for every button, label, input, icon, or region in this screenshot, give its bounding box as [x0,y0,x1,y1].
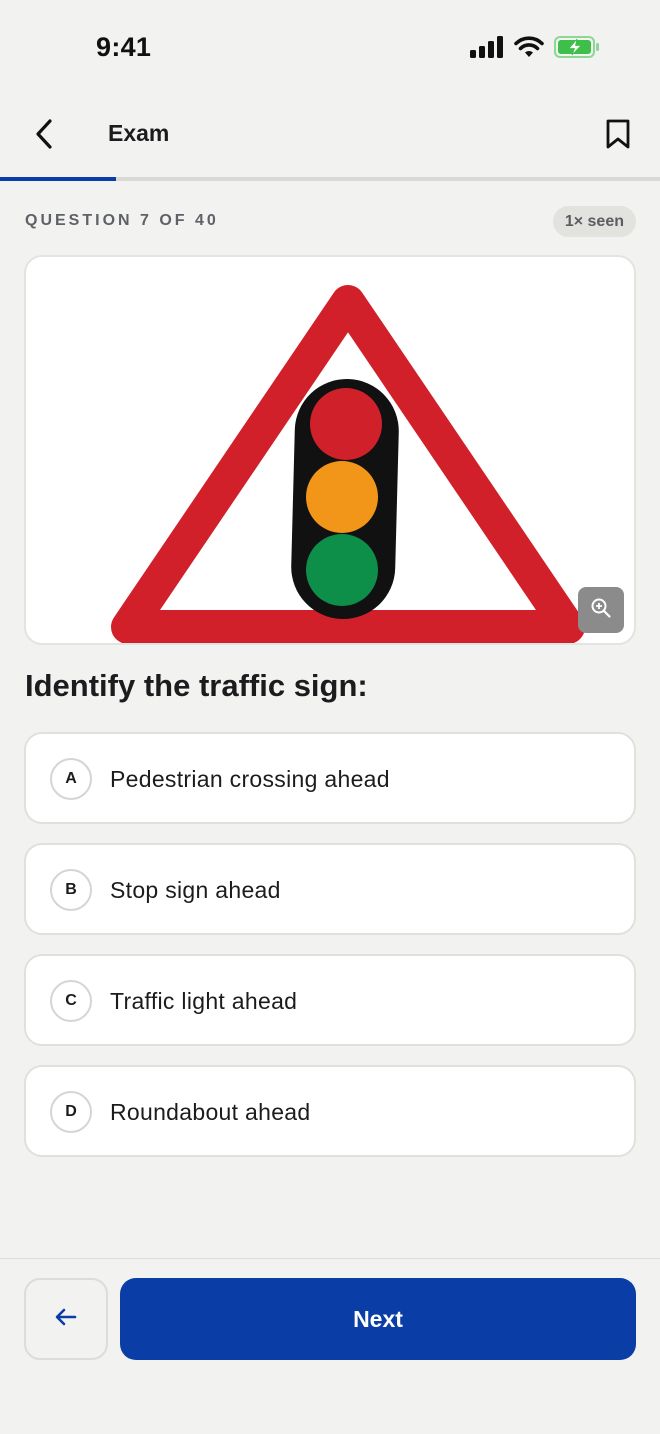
option-letter-badge: B [50,869,92,911]
sign-image-card [24,255,636,645]
exam-progress-fill [0,177,116,181]
traffic-signals-sign-image [111,285,585,643]
question-prompt: Identify the traffic sign: [25,668,368,703]
status-icons [470,36,600,63]
question-counter: QUESTION 7 OF 40 [25,212,219,229]
status-bar: 9:41 [0,0,660,96]
page-title: Exam [108,120,170,146]
previous-question-button[interactable] [24,1278,108,1360]
option-letter-badge: C [50,980,92,1022]
exam-progress-bar [0,177,660,181]
footer-divider [0,1258,660,1259]
option-label: Pedestrian crossing ahead [110,766,390,792]
cellular-signal-icon [470,36,504,63]
option-label: Roundabout ahead [110,1099,311,1125]
option-letter-badge: D [50,1091,92,1133]
back-button[interactable] [26,114,62,158]
arrow-left-icon [54,1307,78,1332]
nav-bar: Exam [0,96,660,176]
zoom-image-button[interactable] [578,587,624,633]
status-time: 9:41 [96,32,152,62]
option-label: Traffic light ahead [110,988,298,1014]
next-button[interactable]: Next [120,1278,636,1360]
answer-option-d[interactable]: D Roundabout ahead [24,1065,636,1157]
battery-charging-icon [554,36,600,63]
chevron-left-icon [33,118,55,155]
bookmark-icon [605,118,631,155]
bookmark-button[interactable] [602,116,634,156]
option-label: Stop sign ahead [110,877,281,903]
wifi-icon [514,36,544,63]
answer-option-b[interactable]: B Stop sign ahead [24,843,636,935]
option-letter-badge: A [50,758,92,800]
zoom-in-icon [590,597,612,624]
answer-option-c[interactable]: C Traffic light ahead [24,954,636,1046]
seen-badge: 1× seen [552,206,636,237]
answer-option-a[interactable]: A Pedestrian crossing ahead [24,732,636,824]
